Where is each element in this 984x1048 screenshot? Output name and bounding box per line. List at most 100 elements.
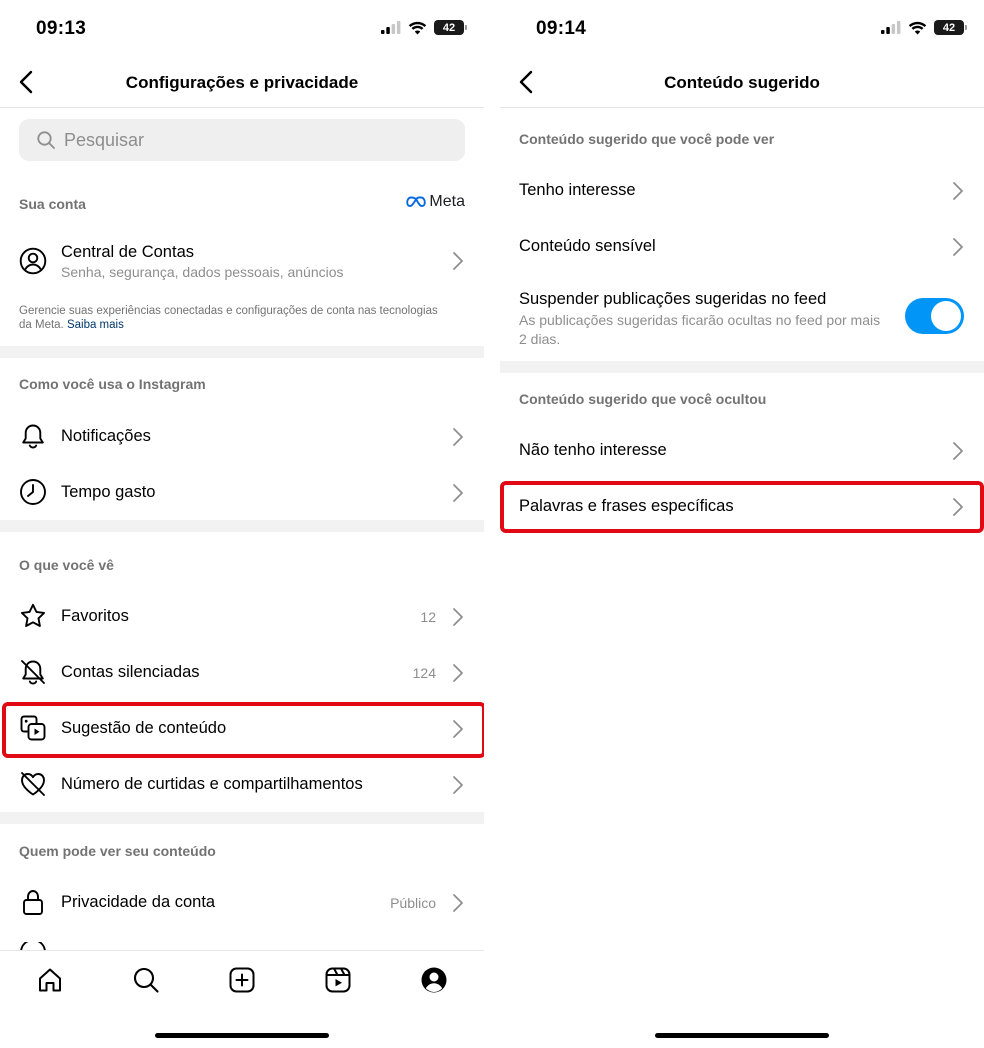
accounts-center-subtitle: Senha, segurança, dados pessoais, anúnci… <box>61 264 344 280</box>
notifications-label: Notificações <box>61 427 151 445</box>
chevron-right-icon <box>453 428 463 446</box>
settings-screen: 09:13 42 Configurações e privacidade Pes… <box>0 0 484 1048</box>
battery-indicator: 42 <box>434 20 467 35</box>
chevron-right-icon <box>953 238 963 256</box>
wifi-icon <box>908 21 927 34</box>
section-divider <box>500 361 984 373</box>
time-spent-row[interactable]: Tempo gasto <box>0 464 484 520</box>
account-privacy-value: Público <box>390 895 436 911</box>
muted-accounts-row[interactable]: Contas silenciadas 124 <box>0 644 484 700</box>
home-indicator <box>155 1033 329 1038</box>
suspend-suggested-title: Suspender publicações sugeridas no feed <box>519 290 827 308</box>
favorites-row[interactable]: Favoritos 12 <box>0 588 484 644</box>
section-who-can-see: Quem pode ver seu conteúdo <box>19 843 216 859</box>
not-interested-label: Não tenho interesse <box>519 441 667 459</box>
interested-row[interactable]: Tenho interesse <box>500 162 984 218</box>
meta-logo-text: Meta <box>429 193 465 210</box>
heart-off-icon <box>21 772 45 796</box>
search-icon <box>133 967 159 993</box>
status-icons: 42 <box>381 20 467 35</box>
section-what-you-see: O que você vê <box>19 557 114 573</box>
suspend-suggested-row: Suspender publicações sugeridas no feed … <box>500 284 984 352</box>
status-bar: 09:14 42 <box>500 0 984 56</box>
plus-square-icon <box>229 967 255 993</box>
time-spent-label: Tempo gasto <box>61 483 156 501</box>
tab-search[interactable] <box>131 965 161 995</box>
section-divider <box>0 346 484 358</box>
home-icon <box>39 968 61 992</box>
account-privacy-label: Privacidade da conta <box>61 893 216 911</box>
bell-icon <box>22 424 44 449</box>
section-your-account: Sua conta <box>19 196 86 212</box>
search-icon <box>37 131 55 149</box>
battery-indicator: 42 <box>934 20 967 35</box>
bottom-tab-bar <box>0 950 484 1048</box>
home-indicator <box>655 1033 829 1038</box>
section-how-you-use: Como você usa o Instagram <box>19 376 206 392</box>
muted-accounts-count: 124 <box>412 665 436 681</box>
page-title: Conteúdo sugerido <box>664 73 820 92</box>
tab-reels[interactable] <box>323 965 353 995</box>
wifi-icon <box>408 21 427 34</box>
likes-shares-label: Número de curtidas e compartilhamentos <box>61 775 363 793</box>
status-time: 09:14 <box>536 18 587 39</box>
interested-label: Tenho interesse <box>519 181 636 199</box>
chevron-right-icon <box>453 252 463 270</box>
lock-icon <box>23 890 43 915</box>
accounts-center-title: Central de Contas <box>61 243 194 261</box>
profile-icon <box>421 967 447 993</box>
clock-icon <box>20 479 46 505</box>
specific-words-row[interactable]: Palavras e frases específicas <box>500 478 984 534</box>
specific-words-label: Palavras e frases específicas <box>519 497 734 515</box>
notifications-row[interactable]: Notificações <box>0 408 484 464</box>
not-interested-row[interactable]: Não tenho interesse <box>500 422 984 478</box>
accounts-info-text: Gerencie suas experiências conectadas e … <box>19 304 439 332</box>
chevron-right-icon <box>453 664 463 682</box>
account-privacy-row[interactable]: Privacidade da conta Público <box>0 874 484 930</box>
suspend-suggested-toggle[interactable] <box>905 298 964 334</box>
chevron-right-icon <box>453 608 463 626</box>
chevron-right-icon <box>953 498 963 516</box>
chevron-right-icon <box>453 776 463 794</box>
header: Conteúdo sugerido <box>500 56 984 108</box>
tab-create[interactable] <box>227 965 257 995</box>
suspend-suggested-subtitle: As publicações sugeridas ficarão ocultas… <box>519 312 881 347</box>
meta-logo: Meta <box>406 193 465 211</box>
user-circle-icon <box>19 247 47 275</box>
reels-icon <box>325 967 351 993</box>
sensitive-content-label: Conteúdo sensível <box>519 237 656 255</box>
search-input[interactable] <box>64 129 444 151</box>
favorites-count: 12 <box>420 609 436 625</box>
bell-off-icon <box>21 660 45 685</box>
page-title: Configurações e privacidade <box>125 73 359 92</box>
signal-icon <box>881 21 901 34</box>
section-hidden: Conteúdo sugerido que você ocultou <box>519 391 767 407</box>
suggested-content-label: Sugestão de conteúdo <box>61 719 227 737</box>
star-icon <box>20 603 46 627</box>
muted-accounts-label: Contas silenciadas <box>61 663 200 681</box>
suggested-content-screen: 09:14 42 Conteúdo sugerido Conteúdo suge… <box>500 0 984 1048</box>
chevron-right-icon <box>953 442 963 460</box>
status-bar: 09:13 42 <box>0 0 484 56</box>
favorites-label: Favoritos <box>61 607 129 625</box>
section-divider <box>0 520 484 532</box>
suggested-content-row[interactable]: Sugestão de conteúdo <box>0 700 484 756</box>
header: Configurações e privacidade <box>0 56 484 108</box>
suggested-content-icon <box>20 715 46 741</box>
likes-shares-row[interactable]: Número de curtidas e compartilhamentos <box>0 756 484 812</box>
search-bar[interactable] <box>19 119 465 161</box>
meta-infinity-icon <box>406 196 427 208</box>
tab-profile[interactable] <box>419 965 449 995</box>
chevron-right-icon <box>453 720 463 738</box>
section-can-see: Conteúdo sugerido que você pode ver <box>519 131 775 147</box>
signal-icon <box>381 21 401 34</box>
sensitive-content-row[interactable]: Conteúdo sensível <box>500 218 984 274</box>
learn-more-link[interactable]: Saiba mais <box>67 319 124 331</box>
chevron-right-icon <box>953 182 963 200</box>
status-icons: 42 <box>881 20 967 35</box>
tab-home[interactable] <box>35 965 65 995</box>
section-divider <box>0 812 484 824</box>
toggle-knob <box>931 301 961 331</box>
accounts-center-row[interactable]: Central de Contas Senha, segurança, dado… <box>0 232 484 290</box>
chevron-right-icon <box>453 894 463 912</box>
